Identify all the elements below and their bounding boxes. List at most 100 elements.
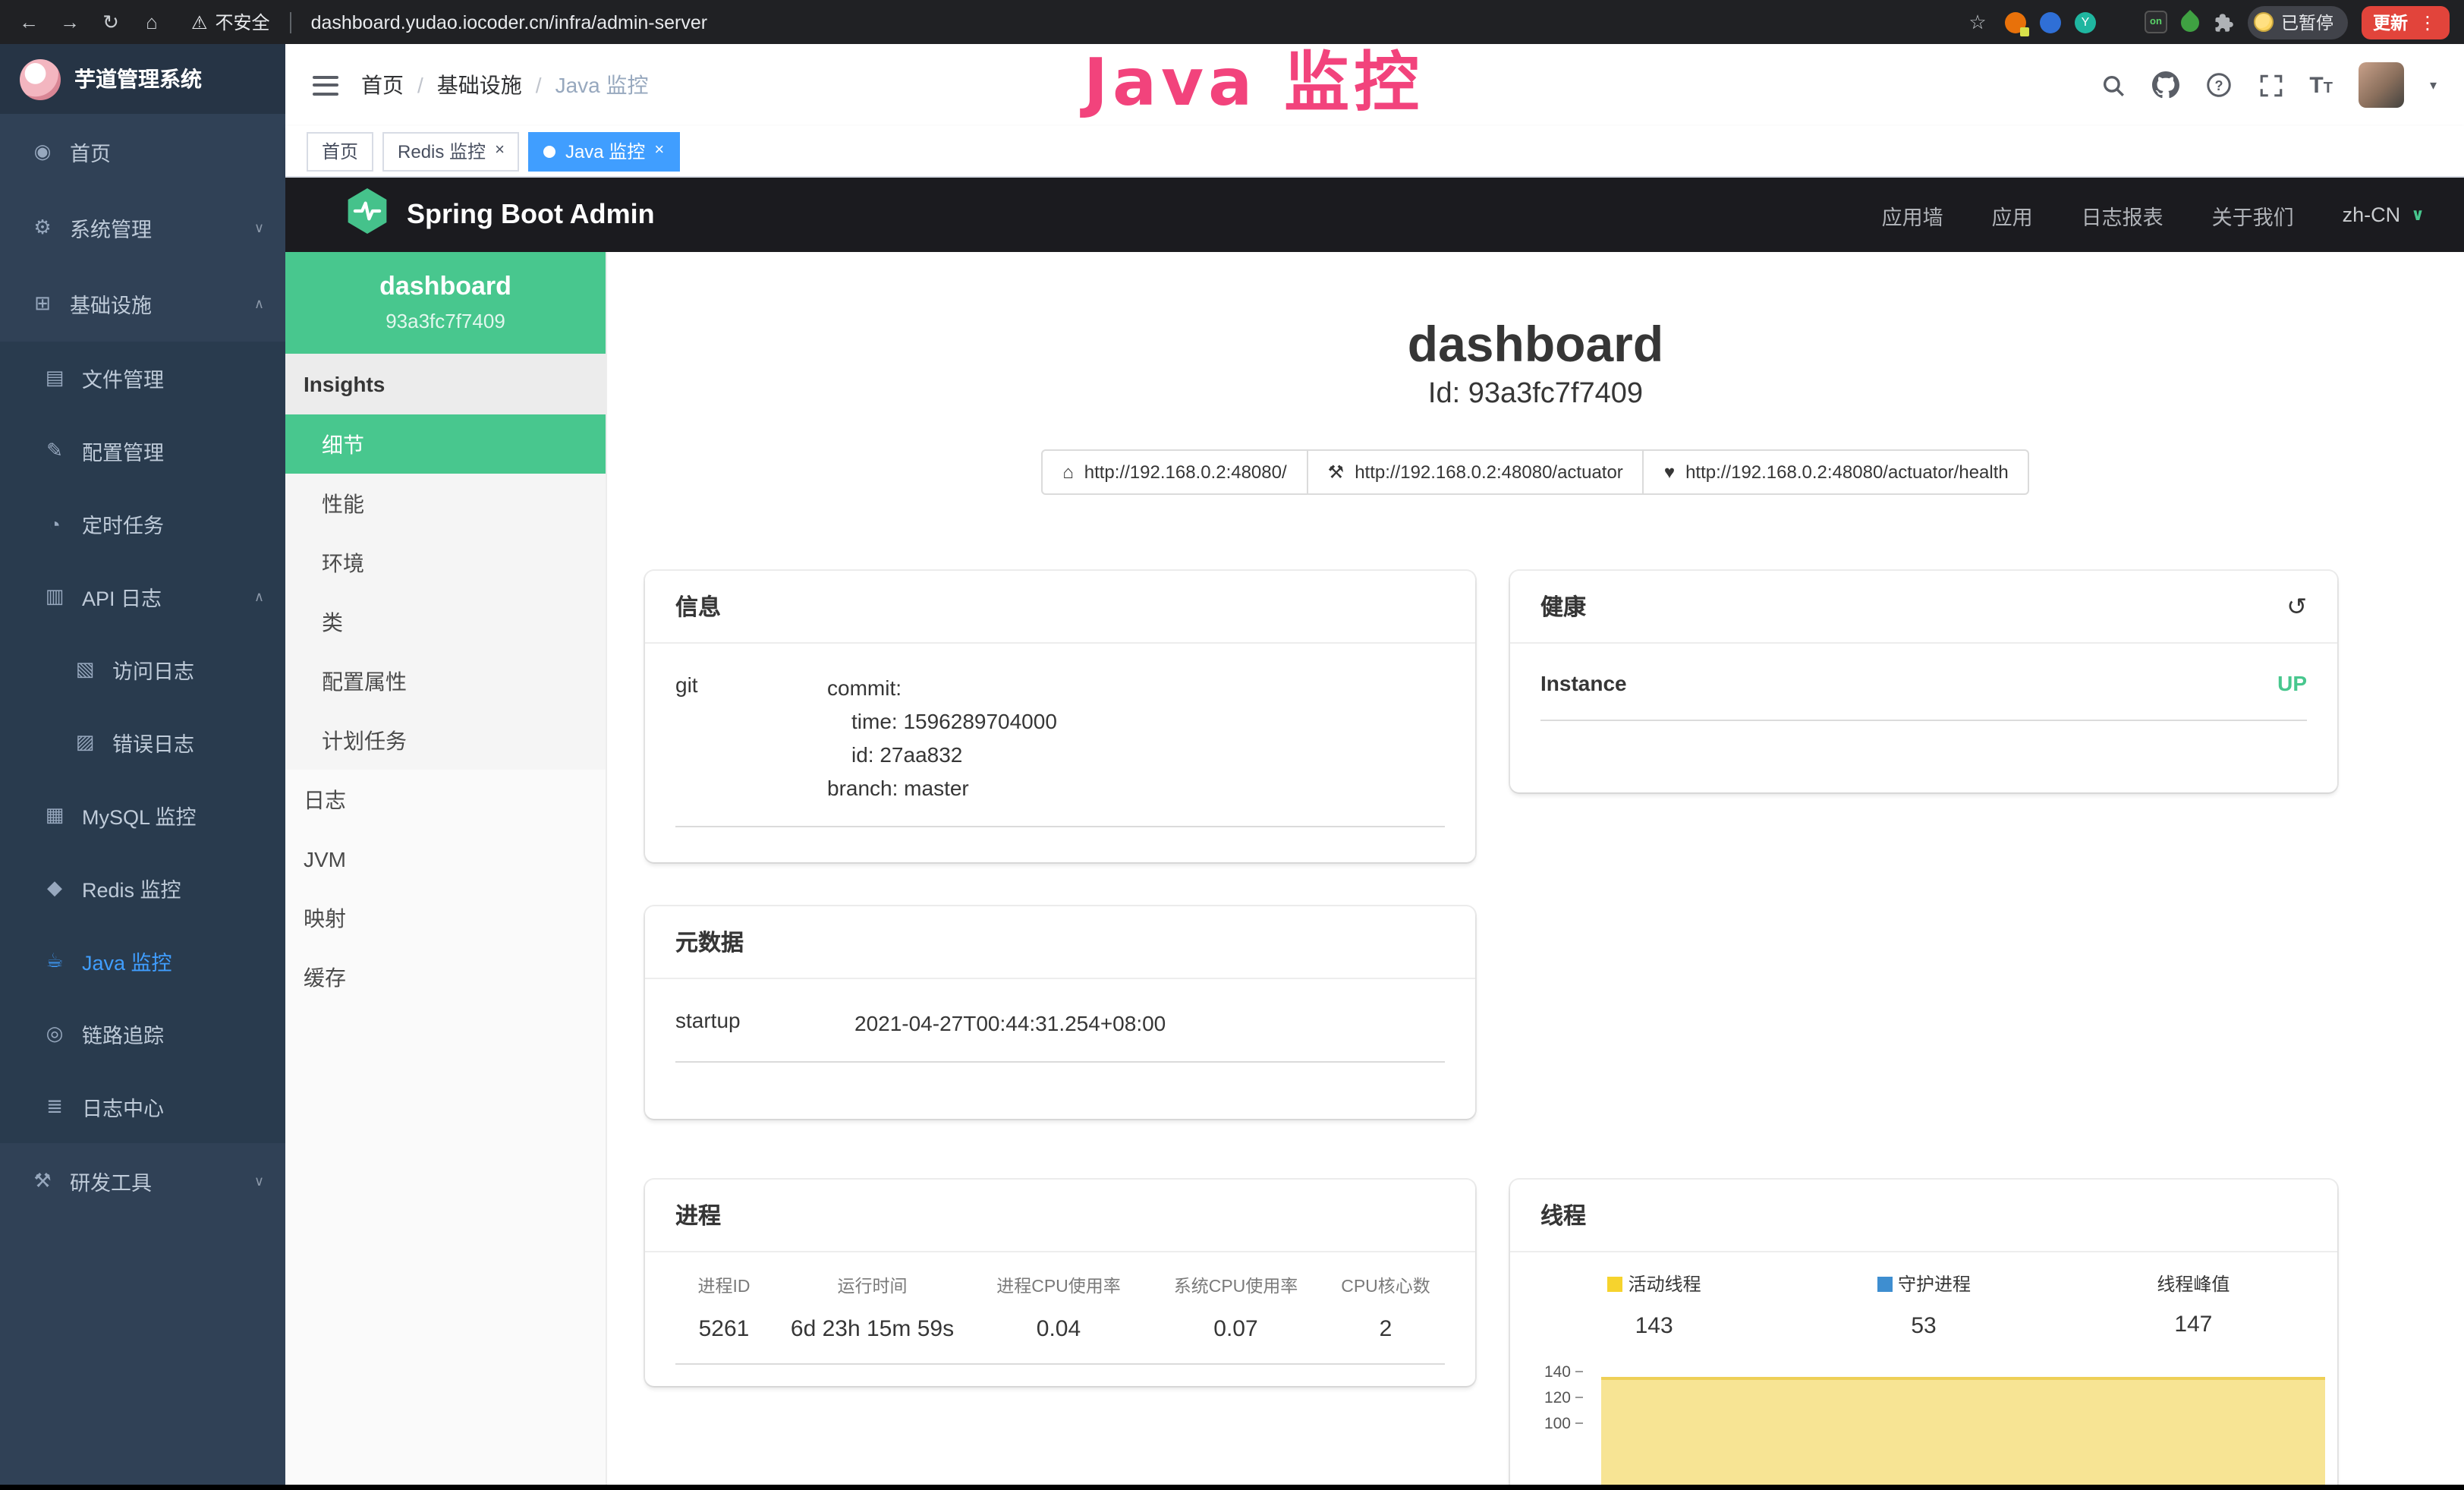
sidebar-item-label: 基础设施 [70, 288, 152, 319]
sba-nav-about[interactable]: 关于我们 [2212, 200, 2294, 230]
sba-item-jvm[interactable]: JVM [285, 829, 606, 888]
extension-leaf-icon[interactable] [2177, 9, 2203, 35]
sba-item-config-props[interactable]: 配置属性 [285, 651, 606, 710]
help-icon[interactable]: ? [2204, 71, 2232, 99]
tampermonkey-icon[interactable]: on [2145, 11, 2167, 33]
bookmark-star-icon[interactable]: ☆ [1964, 10, 1991, 34]
sidebar-item-scheduled-tasks[interactable]: ◔ 定时任务 [0, 487, 285, 560]
browser-home-icon[interactable]: ⌂ [138, 11, 165, 33]
sba-locale-select[interactable]: zh-CN ∨ [2343, 203, 2425, 226]
sba-nav-applications[interactable]: 应用 [1992, 200, 2033, 230]
sba-item-logs[interactable]: 日志 [285, 770, 606, 829]
sidebar-item-label: 访问日志 [112, 654, 194, 685]
legend-live-threads: 活动线程 143 [1519, 1271, 1789, 1338]
extension-badge [2020, 27, 2029, 36]
tab-redis-monitor[interactable]: Redis 监控 × [382, 131, 520, 171]
sidebar-item-mysql-monitor[interactable]: ▦ MySQL 监控 [0, 779, 285, 852]
legend-label: 线程峰值 [2157, 1271, 2230, 1296]
instance-header[interactable]: dashboard 93a3fc7f7409 [285, 252, 606, 354]
health-status-badge: UP [2277, 671, 2307, 695]
browser-menu-icon[interactable]: ⋮ [2418, 11, 2437, 33]
process-val-pid: 5261 [675, 1316, 773, 1342]
process-val-cores: 2 [1326, 1316, 1445, 1342]
tab-label: Redis 监控 [398, 138, 486, 164]
extension-fox-icon[interactable] [2005, 11, 2026, 33]
sidebar-item-log-center[interactable]: ≣ 日志中心 [0, 1070, 285, 1143]
sidebar-item-access-logs[interactable]: ▧ 访问日志 [0, 633, 285, 706]
browser-profile-chip[interactable]: 已暂停 [2248, 5, 2347, 39]
tab-java-monitor[interactable]: Java 监控 × [529, 131, 679, 171]
sba-title[interactable]: Spring Boot Admin [407, 199, 655, 231]
sidebar-item-api-logs[interactable]: ▥ API 日志 ∧ [0, 560, 285, 633]
sidebar-item-config-management[interactable]: ✎ 配置管理 [0, 414, 285, 487]
file-icon: ▤ [42, 366, 67, 390]
back-icon[interactable]: ← [15, 11, 42, 33]
fullscreen-icon[interactable] [2258, 72, 2283, 98]
metadata-card: 元数据 startup 2021-04-27T00:44:31.254+08:0… [645, 906, 1475, 1119]
extension-y-icon[interactable]: Y [2075, 11, 2096, 33]
chrome-update-button[interactable]: 更新 ⋮ [2361, 5, 2449, 39]
sidebar-item-label: 定时任务 [82, 509, 164, 539]
link-label: http://192.168.0.2:48080/actuator [1355, 461, 1623, 483]
app-logo-row[interactable]: 芋道管理系统 [0, 44, 285, 114]
link-label: http://192.168.0.2:48080/actuator/health [1685, 461, 2009, 483]
sidebar-item-link-tracing[interactable]: ◎ 链路追踪 [0, 997, 285, 1070]
sba-item-scheduled[interactable]: 计划任务 [285, 710, 606, 770]
sidebar-item-redis-monitor[interactable]: ◆ Redis 监控 [0, 852, 285, 925]
close-icon[interactable]: × [654, 143, 664, 159]
sba-nav-journal[interactable]: 日志报表 [2082, 200, 2163, 230]
y-axis-tick: 100 [1510, 1414, 1583, 1432]
search-icon[interactable] [2100, 72, 2126, 98]
breadcrumb-home[interactable]: 首页 [361, 70, 404, 100]
process-val-proc-cpu: 0.04 [972, 1316, 1145, 1342]
legend-value: 53 [1789, 1312, 2058, 1338]
forward-icon[interactable]: → [56, 11, 83, 33]
active-dot-icon [544, 145, 556, 157]
history-icon[interactable]: ↺ [2286, 591, 2307, 622]
font-size-icon[interactable]: TT [2309, 72, 2333, 98]
sba-item-metrics[interactable]: 性能 [285, 474, 606, 533]
user-avatar[interactable] [2359, 62, 2404, 108]
legend-yellow-swatch [1607, 1276, 1622, 1291]
sidebar-item-system-management[interactable]: ⚙ 系统管理 ∨ [0, 190, 285, 266]
sidebar-item-home[interactable]: ◉ 首页 [0, 114, 285, 190]
breadcrumb: 首页 / 基础设施 / Java 监控 [361, 70, 649, 100]
info-key: git [675, 671, 827, 805]
profile-emoji-icon [2254, 12, 2274, 32]
extension-drop-icon[interactable] [2040, 11, 2061, 33]
sba-item-classes[interactable]: 类 [285, 592, 606, 651]
y-axis-tick: 120 [1510, 1388, 1583, 1407]
actuator-url-link[interactable]: ⚒ http://192.168.0.2:48080/actuator [1307, 449, 1644, 495]
sidebar-item-java-monitor[interactable]: ☕ Java 监控 [0, 925, 285, 997]
tab-home[interactable]: 首页 [307, 131, 373, 171]
address-bar[interactable]: dashboard.yudao.iocoder.cn/infra/admin-s… [311, 11, 708, 33]
chevron-down-icon: ∨ [254, 1173, 264, 1189]
threads-card: 线程 活动线程 143 [1510, 1180, 2337, 1490]
page-subtitle: Id: 93a3fc7f7409 [607, 378, 2464, 411]
sba-item-mappings[interactable]: 映射 [285, 888, 606, 947]
sidebar-item-file-management[interactable]: ▤ 文件管理 [0, 342, 285, 414]
extensions-puzzle-icon[interactable] [2213, 11, 2234, 33]
service-url-link[interactable]: ⌂ http://192.168.0.2:48080/ [1041, 449, 1308, 495]
avatar-caret-down-icon[interactable]: ▾ [2430, 77, 2437, 93]
security-indicator[interactable]: ⚠ 不安全 [191, 9, 270, 35]
app-title: 芋道管理系统 [74, 64, 202, 94]
reload-icon[interactable]: ↻ [97, 10, 124, 34]
insights-section-label: Insights [285, 354, 606, 414]
timer-icon: ◔ [42, 512, 67, 535]
sidebar-item-dev-tools[interactable]: ⚒ 研发工具 ∨ [0, 1143, 285, 1219]
sidebar-item-error-logs[interactable]: ▨ 错误日志 [0, 706, 285, 779]
breadcrumb-infrastructure[interactable]: 基础设施 [437, 70, 522, 100]
chevron-up-icon: ∧ [254, 588, 264, 605]
github-icon[interactable] [2151, 71, 2179, 99]
close-icon[interactable]: × [495, 143, 505, 159]
extension-grid-icon[interactable] [2110, 11, 2131, 33]
sba-item-environment[interactable]: 环境 [285, 533, 606, 592]
devtools-icon: ⚒ [30, 1169, 55, 1193]
sba-nav-wall[interactable]: 应用墙 [1882, 200, 1943, 230]
health-url-link[interactable]: ♥ http://192.168.0.2:48080/actuator/heal… [1643, 449, 2030, 495]
sba-item-details[interactable]: 细节 [285, 414, 606, 474]
sba-item-caches[interactable]: 缓存 [285, 947, 606, 1006]
sidebar-item-infrastructure[interactable]: ⊞ 基础设施 ∧ [0, 266, 285, 342]
sidebar-toggle-icon[interactable] [313, 75, 338, 95]
